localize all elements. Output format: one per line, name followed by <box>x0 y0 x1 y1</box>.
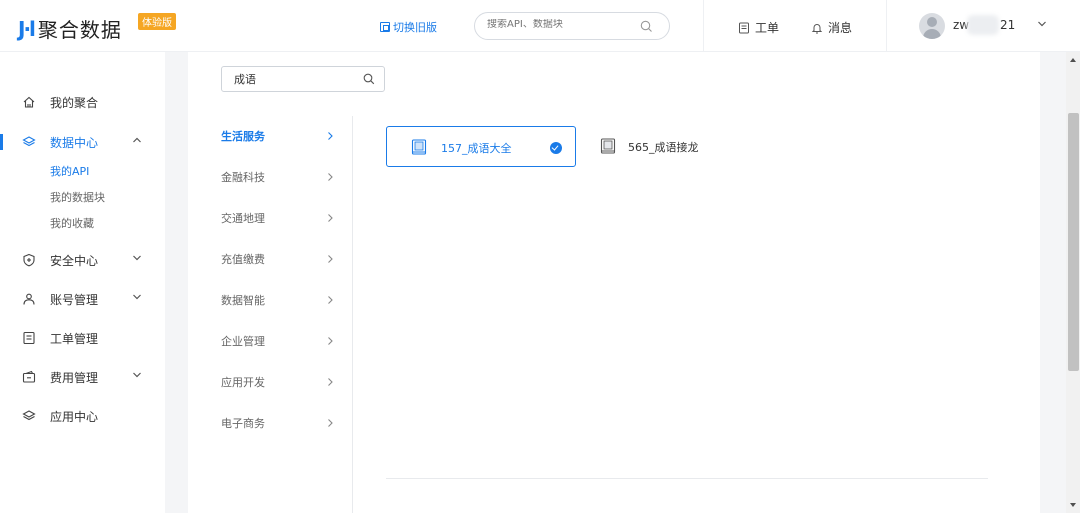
api-selector-panel: 生活服务 金融科技 交通地理 充值缴费 数据智能 企业管理 应用开发 电子商务 … <box>188 52 1040 513</box>
chevron-down-icon <box>133 372 141 378</box>
sidebar-item-label: 安全中心 <box>50 254 99 268</box>
sidebar-item-label: 费用管理 <box>50 371 99 385</box>
api-option[interactable]: 565_成语接龙 <box>598 138 748 158</box>
sidebar-subitem-my-datablocks[interactable]: 我的数据块 <box>50 189 105 205</box>
api-option-selected[interactable]: 157_成语大全 <box>386 126 576 167</box>
book-icon <box>600 138 616 154</box>
sidebar-subitem-my-api[interactable]: 我的API <box>50 163 89 179</box>
layers-icon <box>22 410 36 421</box>
book-icon <box>411 139 427 155</box>
category-label: 充值缴费 <box>221 253 265 266</box>
bell-icon <box>811 23 823 33</box>
category-fintech[interactable]: 金融科技 <box>221 169 336 187</box>
chevron-right-icon <box>328 173 333 181</box>
user-name-redaction <box>967 15 999 35</box>
sidebar: 我的聚合 数据中心 我的API 我的数据块 我的收藏 安全中心 账号管理 工单管… <box>0 52 165 513</box>
category-recharge[interactable]: 充值缴费 <box>221 251 336 269</box>
api-option-label: 565_成语接龙 <box>628 141 699 154</box>
category-ecommerce[interactable]: 电子商务 <box>221 415 336 433</box>
workorder-label: 工单 <box>755 21 780 35</box>
category-enterprise[interactable]: 企业管理 <box>221 333 336 351</box>
switch-old-version-link[interactable]: 切换旧版 <box>380 19 437 35</box>
sidebar-item-account[interactable]: 账号管理 <box>0 289 165 309</box>
chevron-right-icon <box>328 132 333 140</box>
shield-icon <box>23 253 35 267</box>
header-divider <box>886 0 887 52</box>
logo[interactable]: J·l 聚合数据 体验版 <box>18 13 176 43</box>
sidebar-item-label: 工单管理 <box>50 332 99 346</box>
check-icon <box>550 142 562 154</box>
scroll-up-arrow-icon[interactable] <box>1069 57 1077 63</box>
category-label: 电子商务 <box>221 417 265 430</box>
chevron-down-icon <box>133 255 141 261</box>
home-icon <box>23 96 35 108</box>
category-data-intelligence[interactable]: 数据智能 <box>221 292 336 310</box>
top-bar: J·l 聚合数据 体验版 切换旧版 工单 消息 zw 21 <box>0 0 1080 52</box>
sidebar-item-workorders[interactable]: 工单管理 <box>0 328 165 348</box>
sidebar-item-security[interactable]: 安全中心 <box>0 250 165 270</box>
search-icon[interactable] <box>363 73 375 85</box>
scroll-down-arrow-icon[interactable] <box>1069 502 1077 508</box>
scrollbar-thumb[interactable] <box>1068 113 1079 371</box>
category-label: 数据智能 <box>221 294 265 307</box>
category-label: 应用开发 <box>221 376 265 389</box>
workorder-button[interactable]: 工单 <box>738 19 779 36</box>
chevron-up-icon <box>133 137 141 143</box>
sidebar-item-billing[interactable]: 费用管理 <box>0 367 165 387</box>
sidebar-subitem-my-favorites[interactable]: 我的收藏 <box>50 215 94 231</box>
category-divider <box>352 116 353 513</box>
layers-icon <box>22 136 36 147</box>
chevron-right-icon <box>328 378 333 386</box>
document-icon <box>739 22 749 33</box>
category-label: 生活服务 <box>221 130 265 143</box>
chevron-down-icon[interactable] <box>1037 20 1047 28</box>
logo-text: 聚合数据 <box>37 18 122 42</box>
api-option-label: 157_成语大全 <box>441 142 512 155</box>
chevron-right-icon <box>328 255 333 263</box>
chevron-down-icon <box>133 294 141 300</box>
avatar[interactable] <box>919 13 945 39</box>
sidebar-item-label: 数据中心 <box>50 136 99 150</box>
search-icon[interactable] <box>640 20 653 33</box>
chevron-right-icon <box>328 337 333 345</box>
sidebar-item-data-center[interactable]: 数据中心 <box>0 132 165 152</box>
user-name-suffix[interactable]: 21 <box>1000 18 1015 32</box>
switch-icon <box>380 22 390 32</box>
messages-button[interactable]: 消息 <box>811 19 852 36</box>
api-search-input[interactable] <box>234 72 354 85</box>
sidebar-item-label: 应用中心 <box>50 410 99 424</box>
api-search[interactable] <box>221 66 385 92</box>
category-label: 金融科技 <box>221 171 265 184</box>
wallet-icon <box>22 370 36 383</box>
messages-label: 消息 <box>828 21 853 35</box>
global-search-input[interactable] <box>487 19 637 30</box>
category-label: 企业管理 <box>221 335 265 348</box>
chevron-right-icon <box>328 214 333 222</box>
global-search[interactable] <box>474 12 670 40</box>
logo-mark: J·l <box>18 16 36 41</box>
document-icon <box>23 331 35 345</box>
footer-divider <box>386 478 988 479</box>
sidebar-item-my-juhe[interactable]: 我的聚合 <box>0 92 165 112</box>
sidebar-item-app-center[interactable]: 应用中心 <box>0 406 165 426</box>
switch-old-label: 切换旧版 <box>393 21 437 34</box>
category-label: 交通地理 <box>221 212 265 225</box>
category-app-dev[interactable]: 应用开发 <box>221 374 336 392</box>
header-divider <box>703 0 704 52</box>
category-transport-geo[interactable]: 交通地理 <box>221 210 336 228</box>
sidebar-item-label: 账号管理 <box>50 293 99 307</box>
edition-badge: 体验版 <box>138 13 176 30</box>
category-life-services[interactable]: 生活服务 <box>221 128 336 146</box>
chevron-right-icon <box>328 296 333 304</box>
sidebar-item-label: 我的聚合 <box>50 96 99 110</box>
user-icon <box>23 293 35 305</box>
chevron-right-icon <box>328 419 333 427</box>
